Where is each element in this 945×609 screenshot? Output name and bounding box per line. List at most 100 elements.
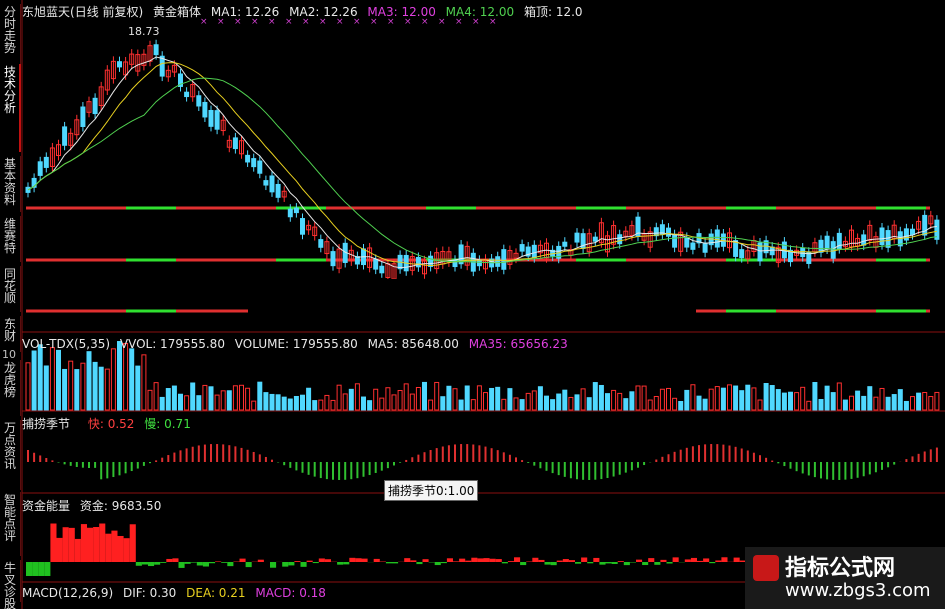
- fund-bar: [202, 562, 209, 567]
- signal-marker: ×: [251, 17, 259, 27]
- fund-bar: [587, 562, 594, 564]
- candle-body: [37, 161, 43, 176]
- volume-bar: [818, 399, 824, 411]
- signal-marker: ×: [489, 17, 497, 27]
- volume-bar: [507, 388, 513, 411]
- fund-bar: [56, 537, 63, 562]
- volume-bar: [605, 393, 610, 411]
- candle-body: [300, 218, 305, 235]
- volume-bar: [80, 362, 86, 411]
- volume-bar: [897, 389, 903, 411]
- fund-bar: [617, 561, 624, 562]
- fund-bar: [501, 562, 508, 564]
- fund-bar: [721, 557, 728, 562]
- volume-bar: [409, 393, 415, 411]
- macd-indicator-name[interactable]: MACD(12,26,9): [22, 586, 113, 600]
- volume-bar: [537, 386, 543, 411]
- site-logo-icon: [753, 555, 779, 581]
- volume-header: VOL-TDX(5,35) VVOL: 179555.80 VOLUME: 17…: [22, 337, 574, 351]
- fund-bar: [422, 559, 429, 562]
- volume-bar: [129, 348, 135, 411]
- fund-indicator-name[interactable]: 资金能量: [22, 499, 70, 513]
- volume-bar: [263, 392, 269, 411]
- volume-bar: [891, 394, 897, 411]
- volume-bar: [696, 395, 702, 411]
- redacted-area: [248, 279, 696, 331]
- fund-bar: [154, 562, 161, 565]
- volume-bar: [361, 396, 366, 411]
- volume-bar: [519, 399, 525, 411]
- volume-bar: [312, 400, 318, 411]
- volume-bar: [720, 387, 726, 411]
- candle-body: [617, 234, 623, 245]
- fund-bar: [568, 560, 575, 562]
- fund-bar: [312, 562, 319, 564]
- candle-body: [501, 249, 507, 270]
- volume-bar: [165, 388, 171, 411]
- fund-bar: [575, 562, 582, 564]
- candle-body: [184, 91, 190, 98]
- candle-body: [208, 109, 214, 127]
- fund-bar: [172, 558, 179, 562]
- candle-body: [702, 242, 708, 253]
- fund-bar: [306, 560, 313, 562]
- volume-bar: [733, 385, 739, 411]
- vvol-value: VVOL: 179555.80: [119, 337, 225, 351]
- volume-bar: [470, 399, 476, 411]
- fund-bar: [715, 560, 722, 562]
- fund-bar: [489, 558, 496, 562]
- candle-body: [43, 156, 49, 168]
- volume-bar: [885, 396, 891, 411]
- season-indicator-name[interactable]: 捕捞季节: [22, 417, 70, 431]
- volume-bar: [354, 383, 360, 411]
- signal-marker: ×: [438, 17, 446, 27]
- volume-bar: [824, 385, 830, 411]
- fund-bar: [654, 562, 661, 565]
- volume-bar: [879, 387, 885, 411]
- candle-body: [263, 180, 269, 186]
- volume-bar: [226, 390, 232, 411]
- volume-bar: [928, 396, 934, 411]
- candle-body: [293, 207, 299, 214]
- volume-bar: [171, 385, 177, 411]
- volume-bar: [922, 391, 928, 411]
- volume-bar: [830, 392, 836, 411]
- vol-indicator-name[interactable]: VOL-TDX(5,35): [22, 337, 110, 351]
- candle-body: [318, 239, 324, 248]
- signal-marker: ×: [353, 17, 361, 27]
- volume-bar: [110, 348, 116, 411]
- fund-bar: [373, 558, 380, 562]
- volume-bar: [763, 383, 769, 411]
- volume-bar: [397, 389, 403, 411]
- volume-bar: [483, 392, 488, 411]
- volume-bar: [672, 397, 678, 411]
- volume-bar: [745, 384, 751, 411]
- volume-bar: [336, 384, 342, 411]
- signal-marker: ×: [472, 17, 480, 27]
- candle-body: [379, 265, 385, 274]
- volume-bar: [653, 395, 659, 411]
- volume-bar: [422, 381, 427, 411]
- fund-bar: [129, 524, 136, 562]
- candle-body: [666, 227, 671, 237]
- fund-bar: [68, 527, 75, 562]
- volume-bar: [544, 395, 549, 411]
- volume-bar: [598, 384, 604, 411]
- volume-bar: [43, 365, 49, 411]
- volume-bar: [117, 341, 122, 411]
- fund-bar: [392, 562, 399, 564]
- fund-bar: [294, 561, 301, 562]
- season-header: 捕捞季节 快: 0.52 慢: 0.71: [22, 415, 197, 432]
- fund-bar: [221, 562, 228, 563]
- volume-bar: [495, 386, 501, 411]
- fund-bar: [672, 557, 679, 562]
- volume-bar: [123, 343, 129, 411]
- volume-bar: [794, 392, 800, 411]
- volume-bar: [385, 387, 391, 411]
- candle-body: [592, 236, 598, 242]
- fund-bar: [123, 538, 130, 562]
- fund-bar: [324, 559, 331, 562]
- volume-bar: [855, 390, 861, 411]
- candle-body: [214, 110, 220, 130]
- volume-bar: [574, 394, 580, 411]
